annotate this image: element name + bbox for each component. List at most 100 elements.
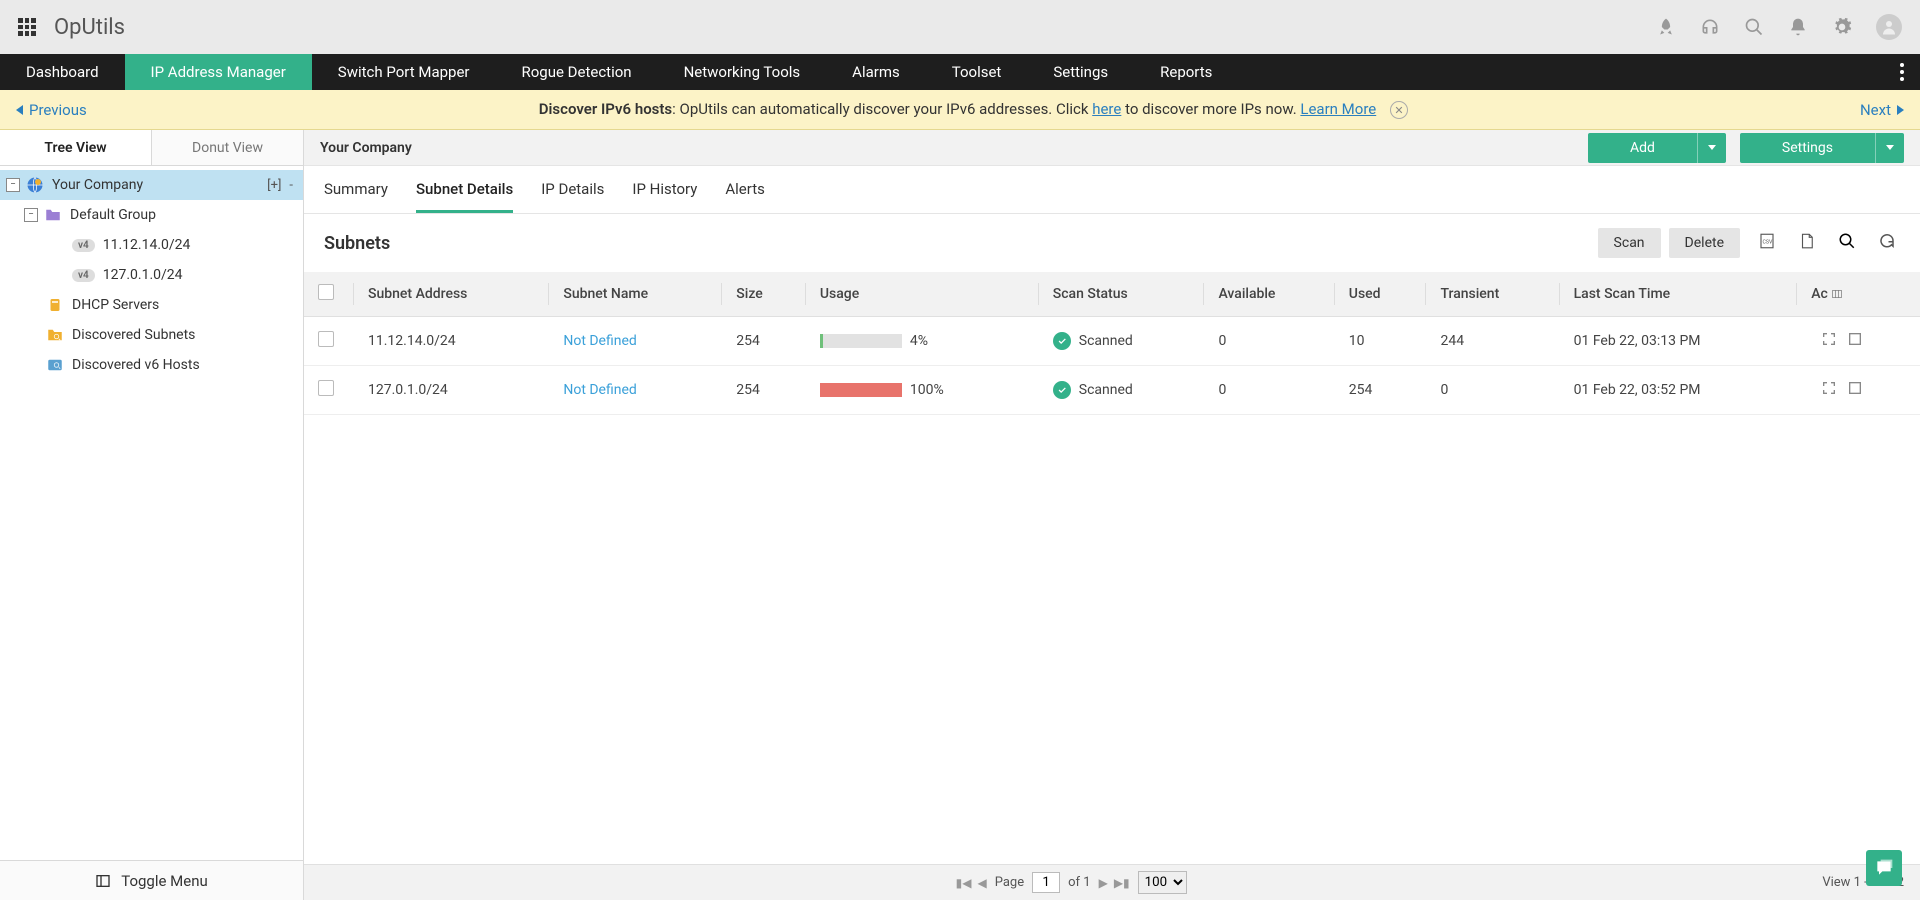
- tree-view: − Your Company [+]- − Default Group v4 1…: [0, 166, 303, 860]
- nav-ip-address-manager[interactable]: IP Address Manager: [125, 54, 312, 90]
- subnets-table: Subnet Address Subnet Name Size Usage Sc…: [304, 272, 1920, 415]
- nav-switch-port-mapper[interactable]: Switch Port Mapper: [312, 54, 496, 90]
- tree-subnet-item[interactable]: v4 11.12.14.0/24: [0, 230, 303, 260]
- gear-icon[interactable]: [1832, 17, 1852, 37]
- tab-subnet-details[interactable]: Subnet Details: [416, 180, 513, 213]
- col-transient[interactable]: Transient: [1426, 272, 1559, 317]
- row-more-icon[interactable]: [1847, 380, 1863, 396]
- tree-discovered-subnets[interactable]: Discovered Subnets: [0, 320, 303, 350]
- tab-tree-view[interactable]: Tree View: [0, 130, 152, 165]
- export-csv-icon[interactable]: CSV: [1754, 228, 1780, 258]
- row-more-icon[interactable]: [1847, 331, 1863, 347]
- tab-alerts[interactable]: Alerts: [725, 180, 765, 213]
- check-circle-icon: [1053, 381, 1071, 399]
- cell-subnet-name-link[interactable]: Not Defined: [563, 333, 636, 349]
- tab-summary[interactable]: Summary: [324, 180, 388, 213]
- apps-launcher-icon[interactable]: [18, 18, 36, 36]
- row-checkbox[interactable]: [318, 380, 334, 396]
- settings-button[interactable]: Settings: [1740, 133, 1876, 163]
- col-used[interactable]: Used: [1335, 272, 1427, 317]
- rocket-icon[interactable]: [1656, 17, 1676, 37]
- nav-more-icon[interactable]: [1884, 54, 1920, 90]
- cell-used: 10: [1335, 317, 1427, 366]
- chevron-down-icon: [1708, 145, 1716, 150]
- col-scan-status[interactable]: Scan Status: [1039, 272, 1205, 317]
- table-row[interactable]: 127.0.1.0/24Not Defined254100%Scanned025…: [304, 366, 1920, 415]
- tree-expand-all[interactable]: [+]: [267, 178, 281, 193]
- columns-picker-icon[interactable]: [1831, 288, 1843, 300]
- toggle-menu-button[interactable]: Toggle Menu: [0, 860, 303, 900]
- add-dropdown-button[interactable]: [1698, 133, 1726, 163]
- panel-icon: [95, 873, 111, 889]
- tree-root-your-company[interactable]: − Your Company [+]-: [0, 170, 303, 200]
- page-last-icon[interactable]: ▶▮: [1114, 876, 1130, 890]
- nav-reports[interactable]: Reports: [1134, 54, 1238, 90]
- tab-donut-view[interactable]: Donut View: [152, 130, 303, 165]
- page-next-icon[interactable]: ▶: [1099, 876, 1108, 890]
- tree-dhcp-servers[interactable]: DHCP Servers: [0, 290, 303, 320]
- col-actions[interactable]: Ac: [1797, 272, 1920, 317]
- col-available[interactable]: Available: [1204, 272, 1334, 317]
- headset-icon[interactable]: [1700, 17, 1720, 37]
- main-content: Your Company Add Settings Summary Subnet…: [304, 130, 1920, 900]
- bell-icon[interactable]: [1788, 17, 1808, 37]
- chat-float-button[interactable]: [1866, 850, 1902, 886]
- page-prev-icon[interactable]: ◀: [977, 876, 986, 890]
- tree-discovered-v6-hosts[interactable]: Discovered v6 Hosts: [0, 350, 303, 380]
- add-button[interactable]: Add: [1588, 133, 1698, 163]
- table-search-icon[interactable]: [1834, 228, 1860, 258]
- refresh-icon[interactable]: [1874, 228, 1900, 258]
- banner-next-button[interactable]: Next: [1860, 101, 1904, 119]
- col-subnet-name[interactable]: Subnet Name: [549, 272, 722, 317]
- nav-settings[interactable]: Settings: [1027, 54, 1134, 90]
- settings-dropdown-button[interactable]: [1876, 133, 1904, 163]
- row-checkbox[interactable]: [318, 331, 334, 347]
- cell-size: 254: [722, 317, 806, 366]
- tree-collapse-all[interactable]: -: [289, 178, 293, 193]
- topbar-icons: [1656, 14, 1902, 40]
- tab-ip-details[interactable]: IP Details: [541, 180, 604, 213]
- v4-badge-icon: v4: [72, 269, 95, 282]
- select-all-checkbox[interactable]: [318, 284, 334, 300]
- banner-previous-button[interactable]: Previous: [16, 101, 87, 119]
- scan-button[interactable]: Scan: [1598, 228, 1661, 258]
- nav-alarms[interactable]: Alarms: [826, 54, 926, 90]
- page-of: of 1: [1068, 875, 1090, 890]
- main-nav: Dashboard IP Address Manager Switch Port…: [0, 54, 1920, 90]
- tree-default-group[interactable]: − Default Group: [0, 200, 303, 230]
- page-input[interactable]: [1032, 872, 1060, 893]
- delete-button[interactable]: Delete: [1669, 228, 1740, 258]
- search-icon[interactable]: [1744, 17, 1764, 37]
- nav-networking-tools[interactable]: Networking Tools: [658, 54, 827, 90]
- banner-close-icon[interactable]: ✕: [1390, 101, 1408, 119]
- nav-toolset[interactable]: Toolset: [926, 54, 1028, 90]
- col-last-scan-time[interactable]: Last Scan Time: [1560, 272, 1798, 317]
- col-subnet-address[interactable]: Subnet Address: [354, 272, 549, 317]
- topbar: OpUtils: [0, 0, 1920, 54]
- export-pdf-icon[interactable]: [1794, 228, 1820, 258]
- banner-here-link[interactable]: here: [1092, 100, 1121, 118]
- tree-collapse-icon[interactable]: −: [24, 208, 38, 222]
- server-icon: [46, 296, 64, 314]
- tree-collapse-icon[interactable]: −: [6, 178, 20, 192]
- cell-usage: 100%: [820, 382, 1025, 398]
- cell-subnet-name-link[interactable]: Not Defined: [563, 382, 636, 398]
- brand-title: OpUtils: [54, 15, 125, 40]
- user-avatar[interactable]: [1876, 14, 1902, 40]
- info-banner: Previous Discover IPv6 hosts: OpUtils ca…: [0, 90, 1920, 130]
- col-usage[interactable]: Usage: [806, 272, 1039, 317]
- search-host-icon: [46, 356, 64, 374]
- nav-rogue-detection[interactable]: Rogue Detection: [496, 54, 658, 90]
- page-label: Page: [995, 875, 1024, 890]
- col-size[interactable]: Size: [722, 272, 806, 317]
- tree-subnet-item[interactable]: v4 127.0.1.0/24: [0, 260, 303, 290]
- banner-learn-more-link[interactable]: Learn More: [1300, 100, 1376, 118]
- nav-dashboard[interactable]: Dashboard: [0, 54, 125, 90]
- tab-ip-history[interactable]: IP History: [632, 180, 697, 213]
- fullscreen-icon[interactable]: [1821, 331, 1837, 347]
- page-first-icon[interactable]: ▮◀: [956, 876, 972, 890]
- table-row[interactable]: 11.12.14.0/24Not Defined2544%Scanned0102…: [304, 317, 1920, 366]
- page-size-select[interactable]: 100: [1138, 871, 1187, 894]
- fullscreen-icon[interactable]: [1821, 380, 1837, 396]
- cell-used: 254: [1335, 366, 1427, 415]
